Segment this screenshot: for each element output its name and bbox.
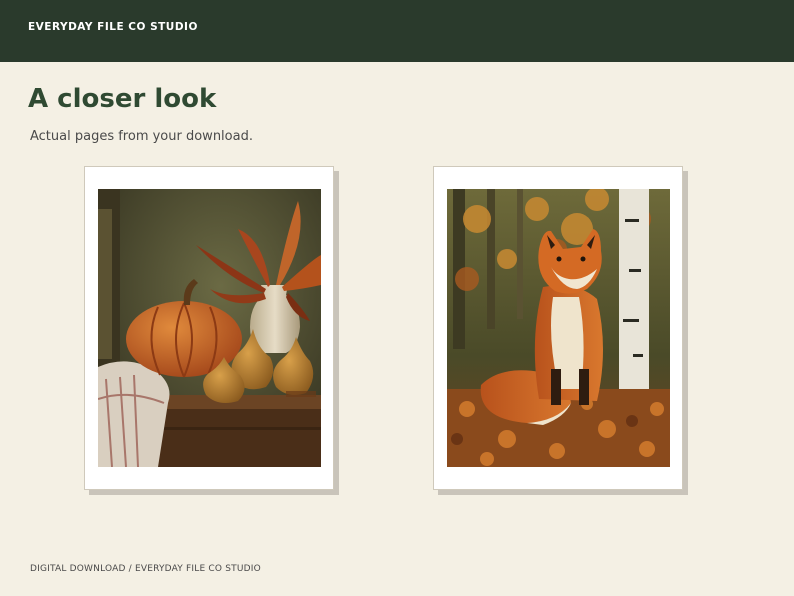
top-bar: EVERYDAY FILE CO STUDIO [0, 0, 794, 62]
still-life-artwork [98, 189, 321, 467]
page-subtitle: Actual pages from your download. [30, 129, 253, 144]
fox-artwork [447, 189, 670, 467]
preview-card-fox[interactable] [433, 166, 683, 490]
footer-note: DIGITAL DOWNLOAD / EVERYDAY FILE CO STUD… [30, 564, 261, 574]
brand-name[interactable]: EVERYDAY FILE CO STUDIO [28, 21, 198, 33]
preview-card-still-life[interactable] [84, 166, 334, 490]
page-title: A closer look [28, 84, 217, 114]
